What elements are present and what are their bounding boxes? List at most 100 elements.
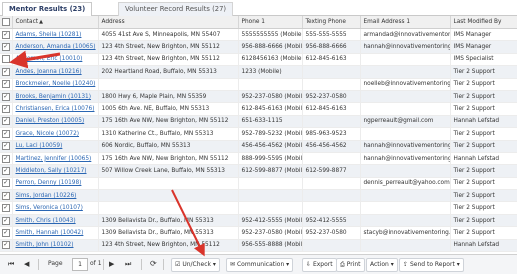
cell-texting: 612-599-8877 (302, 164, 361, 178)
table-row[interactable]: ✓ Brockmeier, Noelle (10240) noelleb@innov… (0, 78, 517, 91)
table-row[interactable]: ✓ Lu, Laci (10059) 606 Nordic, Buffalo, MN… (0, 140, 517, 153)
cell-texting: 952-412-5555 (302, 214, 361, 228)
row-checkbox[interactable]: ✓ (0, 201, 13, 215)
checkbox-icon[interactable]: ✓ (1, 43, 10, 52)
row-checkbox[interactable]: ✓ (0, 115, 13, 129)
column-header-contact[interactable]: Contact▲ (12, 16, 99, 29)
checkbox-icon[interactable]: ✓ (1, 216, 10, 225)
tab-volunteer-record-results[interactable]: Volunteer Record Results (27) (118, 2, 234, 16)
action-button[interactable]: Action ▾ (366, 258, 398, 272)
refresh-icon[interactable]: ⟳ (150, 258, 157, 270)
cell-contact[interactable]: Perron, Denny (10198) (12, 177, 99, 191)
row-checkbox[interactable]: ✓ (0, 90, 13, 104)
cell-contact[interactable]: Christiansen, Erica (10076) (12, 102, 99, 116)
checkbox-icon[interactable]: ✓ (1, 179, 10, 188)
page-number-input[interactable]: 1 (72, 258, 88, 271)
cell-contact[interactable]: Lu, Laci (10059) (12, 140, 99, 153)
cell-contact[interactable]: Sims, Jordan (10226) (12, 189, 99, 203)
row-checkbox[interactable]: ✓ (0, 152, 13, 166)
print-button[interactable]: ⎙ Print (336, 258, 365, 272)
checkbox-icon[interactable]: ✓ (1, 166, 10, 175)
table-row[interactable]: ✓ Grace, Nicole (10072) 1310 Katherine Ct.… (0, 127, 517, 141)
column-header-phone1[interactable]: Phone 1 (238, 16, 303, 29)
next-page-icon[interactable]: ▶ (109, 258, 114, 270)
checkbox-icon[interactable]: ✓ (1, 191, 10, 200)
cell-contact[interactable]: Brockmeier, Noelle (10240) (12, 78, 99, 91)
cell-contact[interactable]: Martinez, Jennifer (10065) (12, 152, 99, 166)
column-header-last-modified[interactable]: Last Modified By (450, 16, 517, 29)
row-checkbox[interactable]: ✓ (0, 102, 13, 116)
table-row[interactable]: ✓ Middleton, Sally (10217) 507 Willow Cree… (0, 164, 517, 178)
checkbox-icon[interactable]: ✓ (1, 117, 10, 126)
cell-contact[interactable]: Andes, Joanna (10216) (12, 65, 99, 79)
column-header-address[interactable]: Address (98, 16, 239, 29)
checkbox-icon[interactable]: ✓ (1, 142, 10, 151)
table-row[interactable]: ✓ Sims, Jordan (10226) Tier 2 Support (0, 189, 517, 203)
checkbox-icon[interactable]: ✓ (1, 92, 10, 101)
cell-contact[interactable]: Anderson, Eric (10010) (12, 53, 99, 67)
table-row[interactable]: ✓ Brooks, Benjamin (10131) 1800 Hwy 6, Map… (0, 90, 517, 104)
row-checkbox[interactable]: ✓ (0, 226, 13, 240)
cell-contact[interactable]: Anderson, Amanda (10065) (12, 40, 99, 54)
row-checkbox[interactable]: ✓ (0, 239, 13, 253)
cell-texting: 956-888-6666 (302, 40, 361, 54)
checkbox-icon[interactable]: ✓ (1, 30, 10, 39)
cell-contact[interactable]: Sims, Veronica (10107) (12, 201, 99, 215)
page-count-label: of 1 (90, 260, 102, 267)
row-checkbox[interactable]: ✓ (0, 127, 13, 141)
first-page-icon[interactable]: ⏮ (8, 258, 14, 270)
cell-phone1: 952-412-5555 (Mobile) (238, 214, 303, 228)
table-row[interactable]: Anderson, Eric (10010) 123 4th Street, Ne… (0, 53, 517, 67)
checkbox-icon[interactable]: ✓ (1, 80, 10, 89)
row-checkbox[interactable]: ✓ (0, 189, 13, 203)
table-row[interactable]: ✓ Christiansen, Erica (10076) 1005 6th Ave… (0, 102, 517, 116)
row-checkbox[interactable]: ✓ (0, 214, 13, 228)
row-checkbox[interactable] (0, 53, 13, 67)
table-row[interactable]: ✓ Perron, Denny (10198) dennis_perreault@y… (0, 177, 517, 191)
send-to-report-button[interactable]: ⇪ Send to Report ▾ (399, 258, 464, 272)
cell-contact[interactable]: Smith, Hannah (10042) (12, 226, 99, 240)
checkbox-icon[interactable] (1, 55, 10, 64)
export-button[interactable]: ⇩ Export (302, 258, 337, 272)
table-row[interactable]: ✓ Anderson, Amanda (10065) 123 4th Street,… (0, 40, 517, 54)
row-checkbox[interactable]: ✓ (0, 40, 13, 54)
row-checkbox[interactable]: ✓ (0, 78, 13, 91)
row-checkbox[interactable]: ✓ (0, 28, 13, 42)
checkbox-icon[interactable]: ✓ (1, 154, 10, 163)
cell-contact[interactable]: Grace, Nicole (10072) (12, 127, 99, 141)
prev-page-icon[interactable]: ◀ (24, 258, 29, 270)
row-checkbox[interactable]: ✓ (0, 65, 13, 79)
checkbox-icon[interactable]: ✓ (1, 67, 10, 76)
row-checkbox[interactable]: ✓ (0, 140, 13, 153)
cell-contact[interactable]: Smith, John (10102) (12, 239, 99, 253)
checkbox-icon[interactable]: ✓ (1, 204, 10, 213)
communication-button[interactable]: ✉ Communication ▾ (226, 258, 294, 272)
table-row[interactable]: ✓ Daniel, Preston (10005) 175 16th Ave NW,… (0, 115, 517, 129)
table-row[interactable]: ✓ Smith, John (10102) 123 4th Street, New … (0, 239, 517, 253)
table-row[interactable]: ✓ Andes, Joanna (10216) 202 Heartland Road… (0, 65, 517, 79)
cell-modified: Tier 2 Support (450, 214, 517, 228)
cell-email: dennis_perreault@yahoo.com (360, 177, 451, 191)
table-row[interactable]: ✓ Sims, Veronica (10107) Tier 2 Support (0, 201, 517, 215)
checkbox-icon[interactable]: ✓ (1, 129, 10, 138)
cell-contact[interactable]: Middleton, Sally (10217) (12, 164, 99, 178)
checkbox-icon[interactable]: ✓ (1, 241, 10, 250)
cell-contact[interactable]: Adams, Sheila (10281) (12, 28, 99, 42)
select-all-checkbox[interactable] (0, 16, 13, 29)
checkbox-icon[interactable]: ✓ (1, 105, 10, 114)
row-checkbox[interactable]: ✓ (0, 177, 13, 191)
cell-contact[interactable]: Daniel, Preston (10005) (12, 115, 99, 129)
last-page-icon[interactable]: ⏭ (125, 258, 131, 270)
tab-mentor-results[interactable]: Mentor Results (23) (2, 2, 93, 17)
checkbox-icon[interactable]: ✓ (1, 228, 10, 237)
cell-contact[interactable]: Brooks, Benjamin (10131) (12, 90, 99, 104)
column-header-email[interactable]: Email Address 1 (360, 16, 451, 29)
table-row[interactable]: ✓ Smith, Hannah (10042) 1309 Bellavista Dr… (0, 226, 517, 240)
column-header-texting-phone[interactable]: Texting Phone (302, 16, 361, 29)
row-checkbox[interactable]: ✓ (0, 164, 13, 178)
table-row[interactable]: ✓ Adams, Sheila (10281) 4055 41st Ave S, M… (0, 28, 517, 42)
table-row[interactable]: ✓ Smith, Chris (10043) 1309 Bellavista Dr.… (0, 214, 517, 228)
uncheck-button[interactable]: ☑ Un/Check ▾ (171, 258, 220, 272)
cell-contact[interactable]: Smith, Chris (10043) (12, 214, 99, 228)
table-row[interactable]: ✓ Martinez, Jennifer (10065) 175 16th Ave … (0, 152, 517, 166)
